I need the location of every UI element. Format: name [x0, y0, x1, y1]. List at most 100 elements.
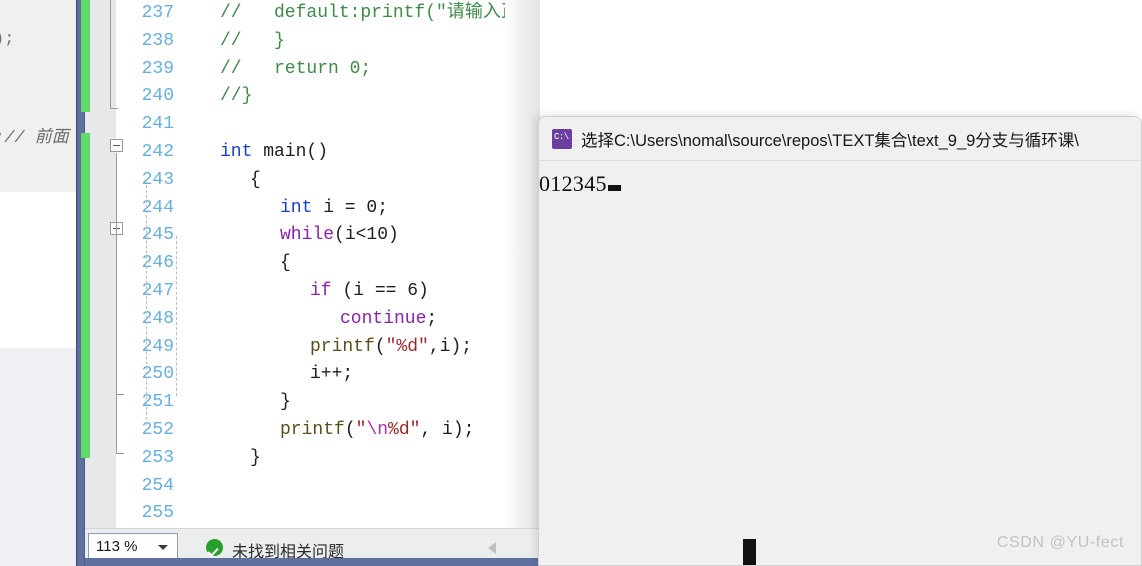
left-panel-band-middle [0, 192, 76, 348]
chevron-down-icon [158, 545, 168, 550]
console-output-text: 012345 [539, 171, 607, 196]
left-panel-band-top [0, 0, 76, 192]
line-number: 249 [116, 334, 174, 362]
code-token: continue [340, 309, 426, 329]
line-number: 238 [116, 28, 174, 56]
line-number: 245 [116, 222, 174, 250]
code-line[interactable]: 240//} [116, 83, 508, 111]
code-line[interactable]: 243{ [116, 167, 508, 195]
code-line[interactable]: 250 i++; [116, 361, 508, 389]
code-line[interactable]: 248 continue; [116, 306, 508, 334]
line-number: 246 [116, 250, 174, 278]
triangle-left-icon[interactable] [488, 542, 496, 554]
code-text: } [250, 445, 261, 473]
zoom-level-value: 113 % [96, 538, 137, 555]
console-title-bar[interactable]: 选择C:\Users\nomal\source\repos\TEXT集合\tex… [539, 117, 1141, 161]
code-text: if (i == 6) [310, 278, 429, 306]
code-token: 0 [366, 198, 377, 218]
screenshot-root: ); ;// 前面 237 // default:printf("请输入正确的数字… [0, 0, 1142, 566]
line-number: 242 [116, 139, 174, 167]
code-text: continue; [340, 306, 437, 334]
line-number: 243 [116, 167, 174, 195]
left-panel-band-bottom [0, 348, 76, 566]
code-token: printf [310, 337, 375, 357]
code-line[interactable]: 251} [116, 389, 508, 417]
change-indicator-bar-top [81, 0, 90, 112]
console-window[interactable]: 选择C:\Users\nomal\source\repos\TEXT集合\tex… [538, 116, 1142, 566]
code-token: int [220, 142, 252, 162]
code-token: ,i); [429, 337, 472, 357]
code-text: while(i<10) [280, 222, 399, 250]
code-token: ; [426, 309, 437, 329]
code-line[interactable]: 238 // } [116, 28, 508, 56]
code-token: %d" [388, 420, 420, 440]
cmd-prompt-icon [552, 129, 572, 149]
code-line[interactable]: 255 [116, 500, 508, 528]
code-token: 10 [366, 225, 388, 245]
code-token: // return 0; [220, 59, 371, 79]
code-text: // default:printf("请输入正确的数字"); [220, 0, 508, 28]
code-lines-container: 237 // default:printf("请输入正确的数字"); 238 // }… [116, 0, 508, 540]
code-token: { [280, 253, 291, 273]
code-token: //} [220, 86, 252, 106]
code-line[interactable]: 252printf("\n%d", i); [116, 417, 508, 445]
editor-right-shadow [505, 0, 540, 540]
line-number: 244 [116, 195, 174, 223]
console-title-text: 选择C:\Users\nomal\source\repos\TEXT集合\tex… [581, 127, 1079, 151]
code-token: (i == [332, 281, 408, 301]
code-token: i = [312, 198, 366, 218]
line-number: 250 [116, 361, 174, 389]
line-number: 252 [116, 417, 174, 445]
code-token: // } [220, 31, 285, 51]
mouse-text-cursor-icon [743, 539, 756, 565]
code-token: while [280, 225, 334, 245]
code-text: // return 0; [220, 56, 371, 84]
csdn-watermark: CSDN @YU-fect [997, 534, 1124, 552]
code-line[interactable]: 239// return 0; [116, 56, 508, 84]
code-editor[interactable]: 237 // default:printf("请输入正确的数字"); 238 // }… [116, 0, 508, 540]
code-line[interactable]: 253} [116, 445, 508, 473]
code-line[interactable]: 249 printf("%d",i); [116, 334, 508, 362]
change-indicator-bar-main [81, 133, 90, 458]
code-text: int main() [220, 139, 328, 167]
line-number: 237 [116, 0, 174, 28]
line-number: 254 [116, 473, 174, 501]
code-line[interactable]: 254 [116, 473, 508, 501]
code-token: \n [366, 420, 388, 440]
code-line[interactable]: 246 { [116, 250, 508, 278]
line-number: 255 [116, 500, 174, 528]
code-token: " [356, 420, 367, 440]
code-line[interactable]: 244int i = 0; [116, 195, 508, 223]
code-line[interactable]: 242 int main() [116, 139, 508, 167]
code-token: 6 [407, 281, 418, 301]
zoom-level-dropdown[interactable]: 113 % [88, 533, 178, 559]
line-number: 248 [116, 306, 174, 334]
console-output-line: 012345 [539, 171, 621, 197]
code-token: ( [375, 337, 386, 357]
code-text: { [280, 250, 291, 278]
code-text: //} [220, 83, 252, 111]
code-token: (i< [334, 225, 366, 245]
line-number: 247 [116, 278, 174, 306]
code-token: // default:printf("请输入正确的数字"); [220, 3, 508, 23]
code-token: printf [280, 420, 345, 440]
left-panel-code-fragment-bottom: ;// 前面 [0, 122, 69, 148]
code-token: ) [418, 281, 429, 301]
code-text: // } [220, 28, 285, 56]
code-line[interactable]: 241 [116, 111, 508, 139]
code-line[interactable]: 247 if (i == 6) [116, 278, 508, 306]
code-line[interactable]: 237 // default:printf("请输入正确的数字"); [116, 0, 508, 28]
left-adjacent-editor-panel[interactable]: ); ;// 前面 [0, 0, 76, 566]
code-token: } [280, 392, 291, 412]
code-text: printf("\n%d", i); [280, 417, 474, 445]
code-line[interactable]: 245 while(i<10) [116, 222, 508, 250]
code-text: i++; [310, 361, 353, 389]
code-token: "%d" [386, 337, 429, 357]
console-output-area[interactable]: 012345 [539, 161, 1141, 566]
text-cursor-icon [608, 185, 621, 191]
code-text: printf("%d",i); [310, 334, 472, 362]
code-token: main() [252, 142, 328, 162]
code-token: , i); [420, 420, 474, 440]
code-token: int [280, 198, 312, 218]
code-token: ) [388, 225, 399, 245]
